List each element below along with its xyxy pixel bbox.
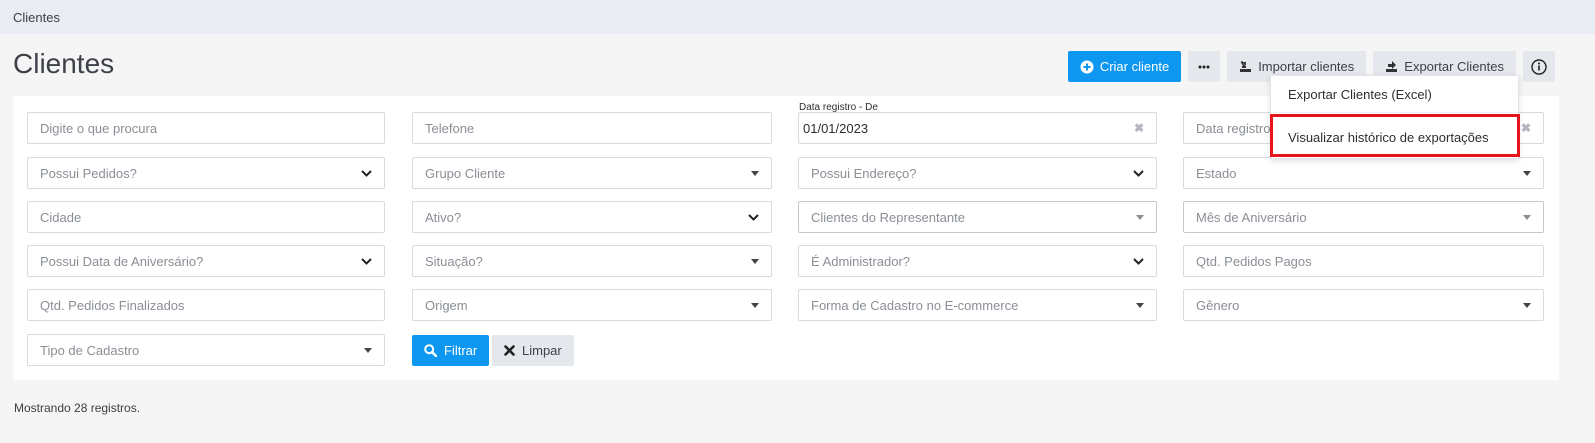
filter-label: Filtrar: [444, 343, 478, 358]
state-select[interactable]: Estado: [1183, 157, 1544, 189]
paid-orders-qty-placeholder: Qtd. Pedidos Pagos: [1196, 253, 1312, 269]
has-birthday-select[interactable]: Possui Data de Aniversário?: [27, 245, 385, 277]
chevron-down-icon: [1133, 169, 1144, 177]
chevron-down-icon: [361, 169, 372, 177]
caret-down-icon: [1523, 214, 1531, 220]
has-address-placeholder: Possui Endereço?: [811, 165, 917, 181]
chevron-down-icon: [748, 213, 759, 221]
finished-orders-qty-placeholder: Qtd. Pedidos Finalizados: [40, 297, 185, 313]
has-orders-select[interactable]: Possui Pedidos?: [27, 157, 385, 189]
caret-down-icon: [751, 302, 759, 308]
is-admin-select[interactable]: É Administrador?: [798, 245, 1157, 277]
filter-button[interactable]: Filtrar: [412, 335, 490, 366]
caret-down-icon: [1523, 302, 1531, 308]
client-group-placeholder: Grupo Cliente: [425, 165, 506, 181]
date-from-input[interactable]: 01/01/2023 ✖: [798, 112, 1157, 144]
ellipsis-icon: [1198, 65, 1210, 68]
active-select[interactable]: Ativo?: [412, 201, 772, 233]
signup-type-select[interactable]: Tipo de Cadastro: [27, 334, 385, 366]
page-title: Clientes: [13, 48, 115, 79]
search-placeholder: Digite o que procura: [40, 120, 158, 136]
create-client-button[interactable]: Criar cliente: [1067, 51, 1182, 82]
chevron-down-icon: [361, 257, 372, 265]
rep-clients-select[interactable]: Clientes do Representante: [798, 201, 1157, 233]
situation-placeholder: Situação?: [425, 253, 483, 269]
caret-down-icon: [364, 347, 372, 353]
import-clients-label: Importar clientes: [1258, 59, 1355, 74]
x-icon: [504, 345, 515, 356]
finished-orders-qty-input[interactable]: Qtd. Pedidos Finalizados: [27, 289, 385, 321]
search-input[interactable]: Digite o que procura: [27, 112, 385, 144]
import-icon: [1240, 60, 1252, 72]
info-button[interactable]: [1523, 51, 1555, 82]
caret-down-icon: [1136, 302, 1144, 308]
gender-placeholder: Gênero: [1196, 297, 1240, 313]
breadcrumb: Clientes: [0, 0, 1595, 34]
create-client-label: Criar cliente: [1099, 59, 1170, 74]
clear-button[interactable]: Limpar: [492, 335, 574, 366]
gender-select[interactable]: Gênero: [1183, 289, 1544, 321]
phone-placeholder: Telefone: [425, 120, 475, 136]
dropdown-divider: [1271, 112, 1518, 113]
has-address-select[interactable]: Possui Endereço?: [798, 157, 1157, 189]
date-from-value: 01/01/2023: [803, 120, 869, 136]
situation-select[interactable]: Situação?: [412, 245, 772, 277]
search-icon: [424, 344, 437, 357]
active-placeholder: Ativo?: [425, 209, 462, 225]
has-orders-placeholder: Possui Pedidos?: [40, 165, 137, 181]
highlight-box: [1270, 114, 1520, 157]
signup-type-placeholder: Tipo de Cadastro: [40, 342, 140, 358]
caret-down-icon: [751, 170, 759, 176]
city-input[interactable]: Cidade: [27, 201, 385, 233]
more-options-button[interactable]: [1188, 51, 1221, 82]
export-clients-label: Exportar Clientes: [1404, 59, 1504, 74]
caret-down-icon: [1136, 214, 1144, 220]
chevron-down-icon: [1133, 257, 1144, 265]
client-group-select[interactable]: Grupo Cliente: [412, 157, 772, 189]
ecommerce-signup-select[interactable]: Forma de Cadastro no E-commerce: [798, 289, 1157, 321]
plus-circle-icon: [1080, 60, 1094, 73]
paid-orders-qty-input[interactable]: Qtd. Pedidos Pagos: [1183, 245, 1544, 277]
state-placeholder: Estado: [1196, 165, 1237, 181]
records-count: Mostrando 28 registros.: [14, 401, 141, 415]
is-admin-placeholder: É Administrador?: [811, 253, 910, 269]
info-icon: [1531, 58, 1547, 75]
birth-month-placeholder: Mês de Aniversário: [1196, 209, 1307, 225]
rep-clients-placeholder: Clientes do Representante: [811, 209, 965, 225]
export-icon: [1386, 61, 1398, 72]
clear-date-to-icon[interactable]: ✖: [1521, 121, 1531, 135]
export-excel-item[interactable]: Exportar Clientes (Excel): [1271, 79, 1518, 109]
has-birthday-placeholder: Possui Data de Aniversário?: [40, 253, 204, 269]
caret-down-icon: [1523, 170, 1531, 176]
origin-select[interactable]: Origem: [412, 289, 772, 321]
origin-placeholder: Origem: [425, 297, 468, 313]
ecommerce-signup-placeholder: Forma de Cadastro no E-commerce: [811, 297, 1019, 313]
phone-input[interactable]: Telefone: [412, 112, 772, 144]
breadcrumb-current[interactable]: Clientes: [13, 10, 60, 25]
city-placeholder: Cidade: [40, 209, 82, 225]
caret-down-icon: [751, 258, 759, 264]
clear-label: Limpar: [522, 343, 562, 358]
birth-month-select[interactable]: Mês de Aniversário: [1183, 201, 1544, 233]
clear-date-from-icon[interactable]: ✖: [1134, 121, 1144, 135]
